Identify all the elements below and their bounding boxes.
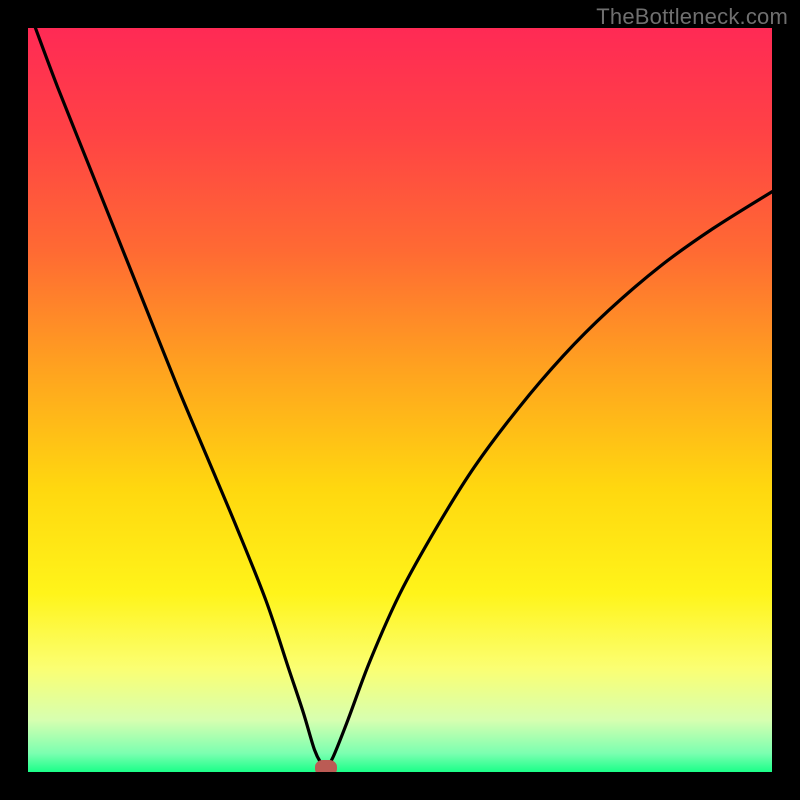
bottleneck-curve [28, 28, 772, 772]
optimum-marker [315, 760, 337, 772]
chart-frame: TheBottleneck.com [0, 0, 800, 800]
plot-area [28, 28, 772, 772]
watermark-text: TheBottleneck.com [596, 4, 788, 30]
